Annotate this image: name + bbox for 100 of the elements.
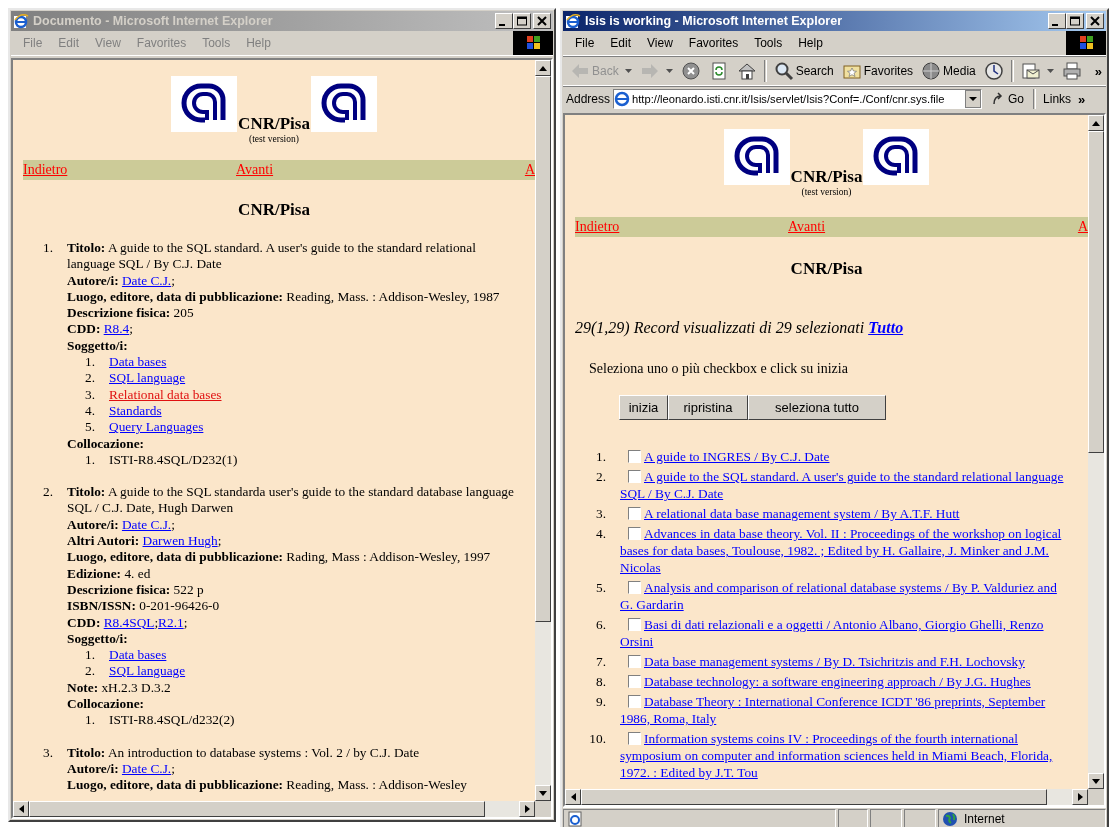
checkbox[interactable] <box>628 618 641 631</box>
form-button[interactable]: inizia <box>619 395 668 420</box>
form-button[interactable]: ripristina <box>668 395 748 420</box>
list-number: 3. <box>595 505 607 522</box>
list-number: 2. <box>595 468 607 486</box>
result-link[interactable]: Database Theory : International Conference ICDT '86 preprints, September 1986, Roma, Italy <box>620 693 1068 727</box>
arrow-right-icon <box>1077 793 1083 801</box>
checkbox[interactable] <box>628 527 641 540</box>
site-title: CNR/Pisa <box>789 168 864 185</box>
list-number: 8. <box>595 673 607 690</box>
checkbox[interactable] <box>628 695 641 708</box>
link[interactable]: Date C.J. <box>121 516 172 532</box>
record-field: ISBN/ISSN: 0-201-96426-0 <box>67 598 519 615</box>
subject-link[interactable]: Data bases <box>109 647 167 664</box>
vertical-scrollbar[interactable] <box>1088 115 1104 789</box>
address-field[interactable]: http://leonardo.isti.cnr.it/Isis/servlet/Isis?Conf=./Conf/cnr.sys.file <box>613 89 983 109</box>
result-link[interactable]: A guide to INGRES / By C.J. Date <box>620 448 1068 465</box>
checkbox[interactable] <box>628 470 641 483</box>
record-field: Soggetto/i: <box>67 337 519 355</box>
result-summary: 29(1,29) Record visualizzati di 29 selezionati Tutto <box>575 319 905 337</box>
link[interactable]: Date C.J. <box>121 272 172 288</box>
scroll-down-button[interactable] <box>535 785 551 801</box>
list-number: 1. <box>85 451 96 469</box>
scroll-thumb[interactable] <box>1088 131 1104 453</box>
horizontal-scrollbar[interactable] <box>13 801 551 817</box>
list-number: 1. <box>85 647 96 664</box>
form-button[interactable]: seleziona tutto <box>748 395 886 420</box>
menu-item[interactable]: Tools <box>746 36 791 50</box>
subject-link[interactable]: Standards <box>109 402 162 420</box>
scroll-left-button[interactable] <box>565 789 581 805</box>
checkbox[interactable] <box>628 732 641 745</box>
link[interactable]: Date C.J. <box>121 760 172 776</box>
result-link[interactable]: Basi di dati relazionali e a oggetti / Antonio Albano, Giorgio Ghelli, Renzo Orsini <box>620 616 1068 650</box>
result-link[interactable]: Information systems coins IV : Proceedings of the fourth international symposium on computer and information sciences held in Miami Beach, Florida, 1972. : Edited by J.T. Tou <box>620 730 1068 781</box>
result-link[interactable]: Advances in data base theory. Vol. II : Proceedings of the workshop on logical bases for data bases, Toulouse, 1982. ; Edited by H. Gallaire, J. Minker and J.M. Nicolas <box>620 525 1068 576</box>
menu-item[interactable]: View <box>639 36 681 50</box>
record-field: Autore/i: Date C.J.; <box>67 516 519 534</box>
media-button[interactable]: Media <box>918 59 979 83</box>
close-button[interactable] <box>1086 13 1104 29</box>
search-button[interactable]: Search <box>770 59 837 83</box>
scroll-down-button[interactable] <box>1088 773 1104 789</box>
status-pane <box>838 809 868 827</box>
arrow-down-icon <box>1092 778 1100 784</box>
links-label[interactable]: Links <box>1039 92 1072 106</box>
link[interactable]: R2.1 <box>158 614 184 630</box>
subject-link[interactable]: Relational data bases <box>109 386 222 403</box>
arrow-left-icon <box>570 793 576 801</box>
checkbox[interactable] <box>628 675 641 688</box>
menu-item[interactable]: Edit <box>602 36 640 50</box>
window-title: Isis is working - Microsoft Internet Explorer <box>585 14 843 28</box>
result-link[interactable]: Analysis and comparison of relational database systems / By P. Valduriez and G. Gardarin <box>620 579 1068 613</box>
subject-link[interactable]: Data bases <box>109 354 167 371</box>
subject-link[interactable]: SQL language <box>109 663 186 680</box>
scroll-right-button[interactable] <box>519 801 535 817</box>
menu-item[interactable]: File <box>567 36 603 50</box>
site-title: CNR/Pisa <box>237 115 311 132</box>
list-number: 3. <box>85 386 96 403</box>
list-number: 3. <box>43 744 54 762</box>
favorites-button[interactable]: Favorites <box>838 59 917 83</box>
scrollbar-corner <box>535 801 551 817</box>
arrow-up-icon <box>1092 120 1100 126</box>
checkbox[interactable] <box>628 581 641 594</box>
more-chevron[interactable]: » <box>1090 63 1106 79</box>
home-icon <box>736 61 757 81</box>
windows-flag-icon <box>1066 31 1106 55</box>
checkbox[interactable] <box>628 655 641 668</box>
result-link[interactable]: Database technology: a software engineering approach / By J.G. Hughes <box>620 673 1068 690</box>
scroll-up-button[interactable] <box>1088 115 1104 131</box>
result-link[interactable]: Data base management systems / By D. Tsichritzis and F.H. Lochovsky <box>620 653 1068 670</box>
arrow-up-icon <box>539 65 547 71</box>
subject-link[interactable]: Query Languages <box>109 419 204 436</box>
result-link[interactable]: A guide to the SQL standard. A user's guide to the standard relational language SQL / By C.J. Date <box>620 468 1068 502</box>
minimize-button[interactable] <box>1048 13 1066 29</box>
subject-link[interactable]: SQL language <box>109 370 186 387</box>
result-link[interactable]: A relational data base management system / By A.T.F. Hutt <box>620 505 1068 522</box>
logo-icon <box>171 76 238 132</box>
record-field: Titolo: A guide to the SQL standarda user's guide to the standard database language SQL / C.J. Date, Hugh Darwen <box>67 484 519 517</box>
arrow-right-icon <box>524 805 530 813</box>
record-field: Soggetto/i: <box>67 630 519 648</box>
list-number: 1. <box>595 448 607 465</box>
scroll-thumb[interactable] <box>535 76 551 622</box>
menu-item[interactable]: Help <box>790 36 831 50</box>
go-button[interactable]: Go <box>985 92 1031 106</box>
link[interactable]: R8.4SQL <box>103 614 155 630</box>
checkbox[interactable] <box>628 450 641 463</box>
maximize-button[interactable] <box>1066 13 1084 29</box>
scroll-thumb[interactable] <box>29 801 485 817</box>
scroll-right-button[interactable] <box>1072 789 1088 805</box>
vertical-scrollbar[interactable] <box>535 60 551 801</box>
scroll-left-button[interactable] <box>13 801 29 817</box>
checkbox[interactable] <box>628 507 641 520</box>
link[interactable]: Darwen Hugh <box>142 533 218 549</box>
security-zone-label: Internet <box>964 812 1005 826</box>
scroll-up-button[interactable] <box>535 60 551 76</box>
list-number: 1. <box>85 712 96 729</box>
page-icon <box>567 811 583 827</box>
printer-icon <box>1061 61 1082 81</box>
show-all-link[interactable]: Tutto <box>868 319 904 336</box>
menu-item[interactable]: Favorites <box>680 36 747 50</box>
more-chevron[interactable]: » <box>1074 91 1090 107</box>
